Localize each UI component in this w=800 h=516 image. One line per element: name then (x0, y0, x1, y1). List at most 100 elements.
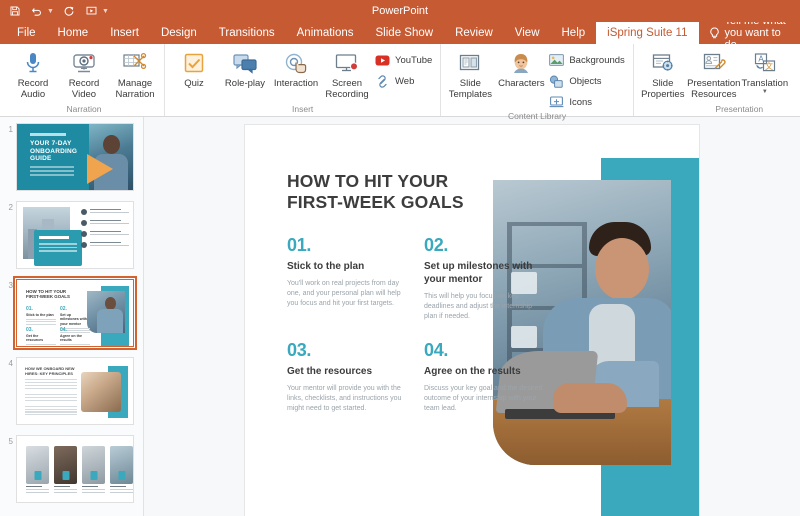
slide-properties-button[interactable]: Slide Properties (638, 48, 688, 100)
ribbon-group-insert: Quiz Role-play Interaction Screen Recordi… (164, 44, 440, 116)
backgrounds-icon (549, 53, 565, 67)
tab-home[interactable]: Home (47, 22, 100, 44)
tab-slide-show[interactable]: Slide Show (365, 22, 445, 44)
slide-canvas[interactable]: HOW TO HIT YOUR FIRST-WEEK GOALS 01. Sti… (144, 117, 800, 516)
slide-thumbnail-panel[interactable]: 1 YOUR 7-DAY ONBOARDING GUIDE 2 3 HOW TO… (0, 117, 144, 516)
screen-recording-button[interactable]: Screen Recording (322, 48, 372, 100)
translation-button[interactable]: A文 Translation ▼ (740, 48, 790, 95)
slide-templates-button[interactable]: Slide Templates (445, 48, 495, 100)
thumbnail-item-1[interactable]: 1 YOUR 7-DAY ONBOARDING GUIDE (0, 123, 143, 191)
tab-help[interactable]: Help (551, 22, 597, 44)
undo-icon[interactable] (30, 4, 43, 18)
item-heading: Stick to the plan (287, 261, 365, 272)
quiz-icon (183, 50, 205, 76)
thumb3-body (26, 344, 56, 346)
thumb5-card-3 (82, 446, 105, 484)
thumbnail-slide-5[interactable] (16, 435, 134, 503)
record-video-button[interactable]: Record Video (59, 48, 109, 100)
web-button[interactable]: Web (373, 73, 436, 89)
interaction-button[interactable]: Interaction (271, 48, 321, 89)
role-play-button[interactable]: Role-play (220, 48, 270, 89)
thumb2-teal-card (34, 230, 82, 266)
redo-icon[interactable] (63, 4, 76, 18)
thumb4-body (25, 379, 77, 417)
tab-design[interactable]: Design (150, 22, 208, 44)
slide-item-3[interactable]: 03. Get the resources Your mentor will p… (287, 340, 408, 414)
start-presentation-icon[interactable] (85, 4, 98, 18)
interaction-label: Interaction (273, 78, 319, 89)
slide-item-4[interactable]: 04. Agree on the results Discuss your ke… (424, 340, 545, 414)
ribbon-group-narration: Record Audio Record Video Manage Narration … (4, 44, 164, 116)
thumb1-subtext (30, 166, 74, 178)
tab-file[interactable]: File (6, 22, 47, 44)
manage-narration-button[interactable]: Manage Narration (110, 48, 160, 100)
objects-label: Objects (569, 75, 602, 87)
characters-button[interactable]: Characters (496, 48, 546, 89)
item-number: 02. (424, 235, 449, 255)
svg-text:文: 文 (765, 61, 773, 71)
title-bar: ▼ ▼ PowerPoint (0, 0, 800, 22)
presentation-resources-button[interactable]: Presentation Resources (687, 48, 741, 100)
icons-button[interactable]: Icons (547, 94, 628, 110)
thumbnail-item-5[interactable]: 5 (0, 435, 143, 503)
quiz-label: Quiz (184, 78, 204, 89)
tab-transitions[interactable]: Transitions (208, 22, 286, 44)
objects-button[interactable]: Objects (547, 73, 628, 89)
characters-label: Characters (498, 78, 545, 89)
slide-properties-icon (651, 50, 675, 76)
thumb3-heading: Get the resources (26, 334, 44, 343)
presentation-resources-label: Presentation Resources (687, 78, 741, 100)
item-heading: Get the resources (287, 366, 373, 377)
record-audio-label: Record Audio (17, 78, 49, 100)
save-icon[interactable] (8, 4, 21, 18)
tab-review[interactable]: Review (444, 22, 504, 44)
tab-ispring-suite-11[interactable]: iSpring Suite 11 (596, 22, 699, 44)
thumbnail-number: 2 (8, 203, 13, 212)
ribbon: Record Audio Record Video Manage Narration … (0, 44, 800, 121)
youtube-button[interactable]: YouTube (373, 52, 436, 68)
tab-view[interactable]: View (504, 22, 551, 44)
thumbnail-item-3[interactable]: 3 HOW TO HIT YOUR FIRST-WEEK GOALS 01. S… (0, 276, 143, 350)
player-button[interactable]: Player (791, 48, 800, 89)
presentation-resources-icon (702, 50, 726, 76)
objects-icon (549, 74, 564, 88)
tab-insert[interactable]: Insert (99, 22, 150, 44)
item-body: Discuss your key goal and the desired ou… (424, 385, 543, 412)
slide-title[interactable]: HOW TO HIT YOUR FIRST-WEEK GOALS (287, 171, 517, 213)
thumbnail-slide-1[interactable]: YOUR 7-DAY ONBOARDING GUIDE (16, 123, 134, 191)
thumb3-number: 02. (60, 306, 67, 312)
quiz-button[interactable]: Quiz (169, 48, 219, 89)
thumbnail-slide-4[interactable]: HOW WE ONBOARD NEW HIRES: KEY PRINCIPLES (16, 357, 134, 425)
web-label: Web (395, 75, 415, 87)
ribbon-group-content-library: Slide Templates Characters Backgrounds O… (440, 44, 632, 121)
thumb5-caption-4 (110, 486, 133, 494)
role-play-label: Role-play (224, 78, 266, 89)
tell-me-search[interactable]: Tell me what you want to do (699, 15, 800, 51)
thumbnail-item-4[interactable]: 4 HOW WE ONBOARD NEW HIRES: KEY PRINCIPL… (0, 357, 143, 425)
thumbnail-slide-3[interactable]: HOW TO HIT YOUR FIRST-WEEK GOALS 01. Sti… (13, 276, 137, 350)
slide-item-2[interactable]: 02. Set up milestones with your mentor T… (424, 235, 545, 322)
photo-person-hand (553, 383, 627, 413)
thumb3-heading: Agree on the results (60, 334, 82, 343)
photo-person-face (595, 238, 649, 300)
app-title: PowerPoint (371, 5, 429, 17)
item-number: 03. (287, 340, 312, 360)
speech-bubbles-icon (232, 50, 258, 76)
record-audio-button[interactable]: Record Audio (8, 48, 58, 100)
thumbnail-item-2[interactable]: 2 (0, 201, 143, 269)
thumb1-kicker-bar (30, 133, 66, 136)
translation-dropdown-caret[interactable]: ▼ (762, 89, 768, 95)
customize-qat-icon[interactable]: ▼ (102, 8, 109, 15)
tab-animations[interactable]: Animations (286, 22, 365, 44)
backgrounds-button[interactable]: Backgrounds (547, 52, 628, 68)
thumbnail-number: 1 (8, 125, 13, 134)
thumbnail-slide-2[interactable] (16, 201, 134, 269)
screen-recording-label: Screen Recording (325, 78, 369, 100)
thumb3-number: 04. (60, 327, 67, 333)
group-label-narration: Narration (66, 104, 102, 114)
undo-dropdown-caret[interactable]: ▼ (47, 8, 54, 15)
thumb5-caption-3 (82, 486, 105, 494)
thumb3-item-3: 03. Get the resources (26, 327, 56, 346)
current-slide[interactable]: HOW TO HIT YOUR FIRST-WEEK GOALS 01. Sti… (245, 125, 699, 516)
slide-item-1[interactable]: 01. Stick to the plan You'll work on rea… (287, 235, 408, 322)
